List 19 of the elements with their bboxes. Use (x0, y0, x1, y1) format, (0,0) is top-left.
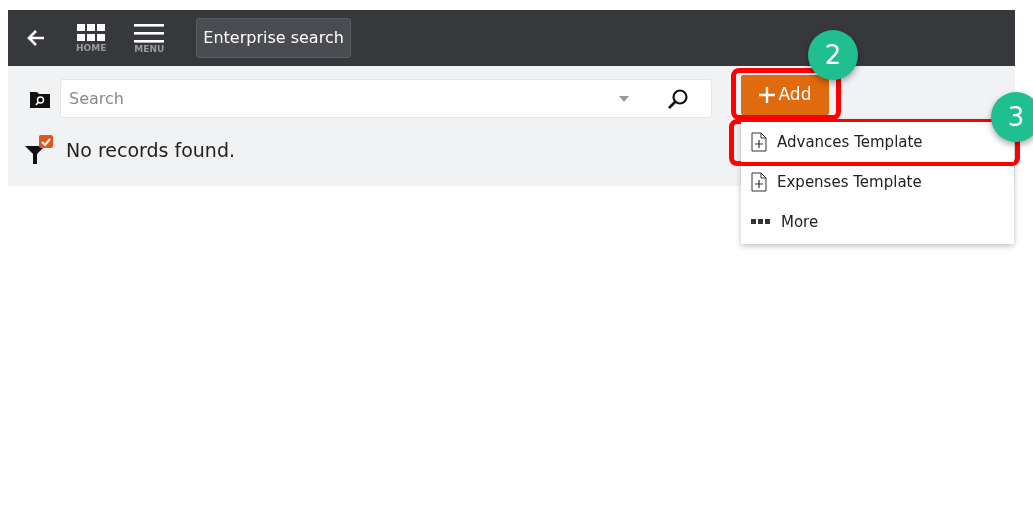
menu-item[interactable]: Expenses Template (741, 162, 1014, 202)
home-button[interactable]: HOME (76, 23, 107, 53)
page-title: Enterprise search (196, 18, 351, 58)
plus-icon (758, 87, 775, 103)
document-plus-icon (751, 132, 767, 152)
more-dots-icon (751, 219, 771, 225)
no-records-message: No records found. (66, 137, 235, 163)
search-icon[interactable] (667, 87, 689, 110)
menu-button[interactable]: MENU (134, 22, 165, 54)
filter-check-icon (24, 134, 56, 166)
folder-search-icon (30, 89, 50, 108)
menu-item[interactable]: More (741, 202, 1014, 242)
back-arrow-icon (26, 29, 46, 47)
dropdown-caret-icon[interactable] (619, 95, 629, 102)
menu-icon (134, 22, 165, 43)
grid-icon (77, 23, 106, 42)
search-field[interactable]: Search (60, 79, 712, 118)
search-input[interactable]: Search (69, 86, 619, 111)
document-plus-icon (751, 172, 767, 192)
